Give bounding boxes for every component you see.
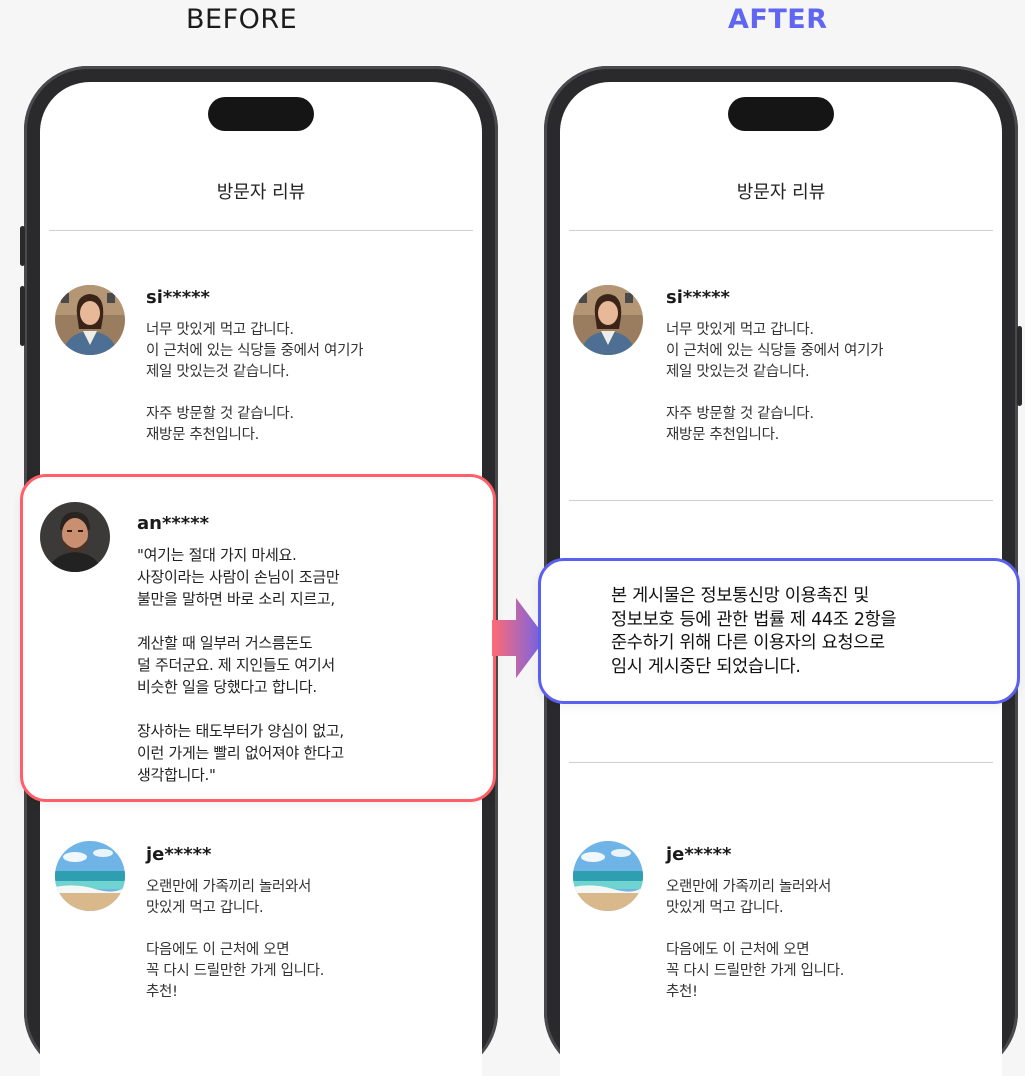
takedown-notice-card: 본 게시물은 정보통신망 이용촉진 및 정보보호 등에 관한 법률 제 44조 … [538,558,1020,704]
header-divider [49,230,473,231]
review-text: 오랜만에 가족끼리 놀러와서 맛있게 먹고 갑니다. 다음에도 이 근처에 오면… [146,879,325,1000]
screen-title: 방문자 리뷰 [736,182,826,203]
before-label: BEFORE [186,4,298,35]
review-username: je***** [146,844,212,865]
review-username: si***** [666,287,730,308]
man-portrait-icon [40,502,110,572]
reported-review-card: an***** "여기는 절대 가지 마세요. 사장이라는 사람이 손님이 조금… [20,474,496,802]
after-label: AFTER [728,4,828,35]
review-username: je***** [666,844,732,865]
beach-landscape-icon [573,841,643,911]
review-text: 오랜만에 가족끼리 놀러와서 맛있게 먹고 갑니다. 다음에도 이 근처에 오면… [666,879,845,1000]
dynamic-island [208,97,314,131]
review-username: an***** [137,513,210,534]
woman-portrait-icon [55,285,125,355]
review-divider [569,500,993,501]
screen-title: 방문자 리뷰 [216,182,306,203]
woman-portrait-icon [573,285,643,355]
header-divider [569,230,993,231]
review-divider [569,762,993,763]
beach-landscape-icon [55,841,125,911]
review-text: 너무 맛있게 먹고 갑니다. 이 근처에 있는 식당들 중에서 여기가 제일 맛… [146,322,364,443]
dynamic-island [728,97,834,131]
takedown-notice-text: 본 게시물은 정보통신망 이용촉진 및 정보보호 등에 관한 법률 제 44조 … [611,586,897,677]
review-text: 너무 맛있게 먹고 갑니다. 이 근처에 있는 식당들 중에서 여기가 제일 맛… [666,322,884,443]
review-username: si***** [146,287,210,308]
review-text: "여기는 절대 가지 마세요. 사장이라는 사람이 손님이 조금만 불만을 말하… [137,546,344,784]
